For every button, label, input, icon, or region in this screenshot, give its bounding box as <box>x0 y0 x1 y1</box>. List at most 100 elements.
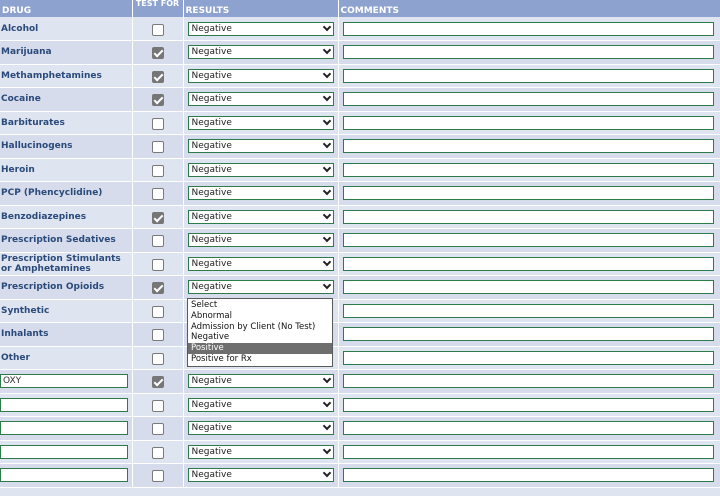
comments-input[interactable] <box>342 444 714 459</box>
results-dropdown-list[interactable]: Select Abnormal Admission by Client (No Te… <box>187 298 333 367</box>
drug-name-input[interactable] <box>0 421 128 436</box>
test-for-cell <box>132 134 184 159</box>
comments-input[interactable] <box>342 350 714 365</box>
results-select-value: Negative <box>191 47 232 58</box>
header-comments[interactable]: COMMENTS <box>338 0 720 17</box>
drug-name-input[interactable] <box>0 444 128 459</box>
results-select[interactable]: Negative <box>187 444 334 459</box>
test-for-checkbox[interactable] <box>151 258 164 271</box>
results-select[interactable]: Negative <box>187 115 334 130</box>
header-results[interactable]: RESULTS <box>183 0 339 17</box>
test-for-checkbox[interactable] <box>151 164 164 177</box>
test-for-cell <box>132 440 184 464</box>
comments-cell <box>338 275 720 300</box>
comments-input[interactable] <box>342 186 714 201</box>
comments-cell <box>338 346 720 370</box>
drug-label: Prescription Opioids <box>1 282 105 293</box>
drug-cell: Cocaine <box>0 87 133 112</box>
dropdown-option[interactable]: Positive for Rx <box>188 354 332 365</box>
test-for-cell <box>132 40 184 65</box>
results-select[interactable]: Negative <box>187 139 334 154</box>
results-select-value: Negative <box>191 235 232 246</box>
test-for-checkbox[interactable] <box>151 188 164 201</box>
dropdown-option[interactable]: Positive <box>188 343 332 354</box>
results-cell: Negative <box>183 416 339 441</box>
results-cell: Negative <box>183 440 339 464</box>
test-for-checkbox[interactable] <box>151 235 164 248</box>
results-select[interactable]: Negative <box>187 186 334 201</box>
test-for-checkbox[interactable] <box>151 47 164 60</box>
table-row: Marijuana Negative <box>0 40 720 65</box>
comments-cell <box>338 416 720 441</box>
test-for-checkbox[interactable] <box>151 470 164 483</box>
dropdown-option[interactable]: Abnormal <box>188 311 332 322</box>
results-select[interactable]: Negative <box>187 92 334 107</box>
results-select[interactable]: Negative <box>187 256 334 271</box>
comments-input[interactable] <box>342 162 714 177</box>
table-body: Alcohol Negative Marijuana Negative Methamph… <box>0 17 720 488</box>
comments-input[interactable] <box>342 468 714 483</box>
drug-name-input[interactable]: OXY <box>0 374 128 389</box>
comments-input[interactable] <box>342 92 714 107</box>
test-for-checkbox[interactable] <box>151 94 164 107</box>
results-select[interactable]: Negative <box>187 21 334 36</box>
chevron-down-icon <box>322 234 331 243</box>
comments-input[interactable] <box>342 256 714 271</box>
results-select[interactable]: Negative <box>187 468 334 483</box>
test-for-checkbox[interactable] <box>151 329 164 342</box>
comments-input[interactable] <box>342 21 714 36</box>
test-for-cell <box>132 17 184 41</box>
drug-label: Marijuana <box>1 47 52 58</box>
comments-input[interactable] <box>342 115 714 130</box>
chevron-down-icon <box>322 281 331 290</box>
comments-input[interactable] <box>342 233 714 248</box>
test-for-checkbox[interactable] <box>151 446 164 459</box>
comments-input[interactable] <box>342 421 714 436</box>
drug-label: Benzodiazepines <box>1 211 87 222</box>
dropdown-option[interactable]: Admission by Client (No Test) <box>188 322 332 333</box>
drug-label: Synthetic <box>1 305 50 316</box>
test-for-checkbox[interactable] <box>151 399 164 412</box>
test-for-checkbox[interactable] <box>151 117 164 130</box>
comments-input[interactable] <box>342 303 714 318</box>
dropdown-option[interactable]: Negative <box>188 332 332 343</box>
results-select[interactable]: Negative <box>187 374 334 389</box>
test-for-checkbox[interactable] <box>151 282 164 295</box>
header-drug[interactable]: DRUG <box>0 0 133 17</box>
drug-cell: Hallucinogens <box>0 134 133 159</box>
test-for-checkbox[interactable] <box>151 70 164 83</box>
results-select[interactable]: Negative <box>187 233 334 248</box>
results-select[interactable]: Negative <box>187 209 334 224</box>
comments-input[interactable] <box>342 68 714 83</box>
test-for-checkbox[interactable] <box>151 211 164 224</box>
comments-input[interactable] <box>342 327 714 342</box>
drug-name-input[interactable] <box>0 468 128 483</box>
dropdown-option[interactable]: Select <box>188 300 332 311</box>
comments-input[interactable] <box>342 139 714 154</box>
test-for-checkbox[interactable] <box>151 423 164 436</box>
header-test-for[interactable]: TEST FOR <box>132 0 184 17</box>
results-select[interactable]: Negative <box>187 45 334 60</box>
results-select[interactable]: Negative <box>187 162 334 177</box>
test-for-checkbox[interactable] <box>151 352 164 365</box>
comments-input[interactable] <box>342 45 714 60</box>
results-select[interactable]: Negative <box>187 397 334 412</box>
table-row: Negative <box>0 416 720 441</box>
results-cell: Negative <box>183 181 339 206</box>
comments-input[interactable] <box>342 209 714 224</box>
test-for-checkbox[interactable] <box>151 376 164 389</box>
comments-cell <box>338 17 720 41</box>
results-select[interactable]: Negative <box>187 280 334 295</box>
test-for-checkbox[interactable] <box>151 23 164 36</box>
comments-input[interactable] <box>342 374 714 389</box>
results-select[interactable]: Negative <box>187 421 334 436</box>
comments-cell <box>338 228 720 253</box>
comments-input[interactable] <box>342 280 714 295</box>
test-for-checkbox[interactable] <box>151 141 164 154</box>
results-select[interactable]: Negative <box>187 68 334 83</box>
drug-name-input[interactable] <box>0 397 128 412</box>
test-for-checkbox[interactable] <box>151 305 164 318</box>
drug-cell: Barbiturates <box>0 111 133 135</box>
comments-cell <box>338 134 720 159</box>
comments-input[interactable] <box>342 397 714 412</box>
